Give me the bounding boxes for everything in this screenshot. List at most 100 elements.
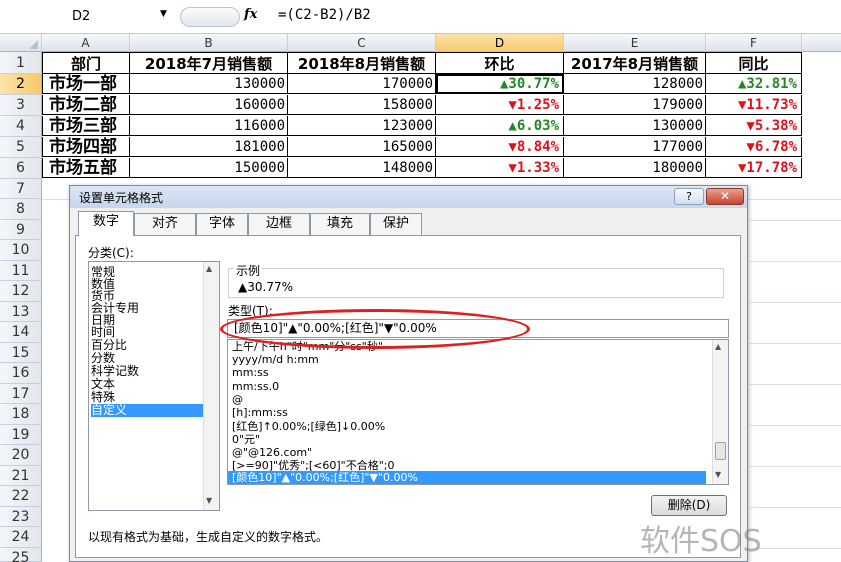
type-list-item[interactable]: mm:ss xyxy=(232,366,710,380)
cell-mom[interactable]: ▲30.77% xyxy=(436,74,564,94)
dialog-title-bar[interactable]: 设置单元格格式 ? ✕ xyxy=(70,186,747,208)
scroll-down-icon[interactable]: ▼ xyxy=(715,470,721,479)
cell-dept[interactable]: 市场二部 xyxy=(42,95,130,115)
cell-yoy[interactable]: ▼11.73% xyxy=(706,95,802,115)
header-cell-dept[interactable]: 部门 xyxy=(42,52,130,74)
cell-yoy[interactable]: ▼17.78% xyxy=(706,158,802,178)
close-button[interactable]: ✕ xyxy=(706,188,744,205)
cell-aug-2018[interactable]: 123000 xyxy=(288,116,436,136)
header-cell-yoy[interactable]: 同比 xyxy=(706,52,802,74)
row-header-25[interactable]: 25 xyxy=(0,548,42,562)
cell-dept[interactable]: 市场四部 xyxy=(42,137,130,157)
help-button[interactable]: ? xyxy=(674,188,704,205)
row-header-5[interactable]: 5 xyxy=(0,137,42,158)
type-list-item-selected[interactable]: [颜色10]"▲"0.00%;[红色]"▼"0.00% xyxy=(228,471,706,484)
type-list-item[interactable]: yyyy/m/d h:mm xyxy=(232,353,710,367)
header-cell-jul-2018[interactable]: 2018年7月销售额 xyxy=(130,52,288,74)
cell-jul-2018[interactable]: 181000 xyxy=(130,137,288,157)
cell-yoy[interactable]: ▲32.81% xyxy=(706,74,802,94)
scroll-thumb[interactable] xyxy=(715,442,726,460)
row-header-18[interactable]: 18 xyxy=(0,404,42,425)
tab-font[interactable]: 字体 xyxy=(196,213,248,235)
type-list-item[interactable]: 上午/下午h"时"mm"分"ss"秒" xyxy=(232,340,710,354)
tab-border[interactable]: 边框 xyxy=(248,213,310,235)
cell-aug-2017[interactable]: 180000 xyxy=(564,158,706,178)
column-header-b[interactable]: B xyxy=(130,34,288,52)
insert-function-icon[interactable]: fx xyxy=(244,7,257,22)
name-box[interactable]: D2 xyxy=(14,6,172,28)
type-list-item[interactable]: @"@126.com" xyxy=(232,446,710,460)
header-cell-aug-2017[interactable]: 2017年8月销售额 xyxy=(564,52,706,74)
row-header-2[interactable]: 2 xyxy=(0,74,42,95)
cell-dept[interactable]: 市场一部 xyxy=(42,74,130,94)
cell-mom[interactable]: ▲6.03% xyxy=(436,116,564,136)
scroll-up-icon[interactable]: ▲ xyxy=(715,342,721,351)
cell-dept[interactable]: 市场三部 xyxy=(42,116,130,136)
cell-aug-2018[interactable]: 158000 xyxy=(288,95,436,115)
category-list[interactable]: 常规 数值 货币 会计专用 日期 时间 百分比 分数 科学记数 文本 特殊 自定… xyxy=(88,261,220,511)
chevron-down-icon[interactable]: ▼ xyxy=(160,9,167,19)
tab-number[interactable]: 数字 xyxy=(78,211,134,236)
cell-mom[interactable]: ▼8.84% xyxy=(436,137,564,157)
cell-aug-2017[interactable]: 179000 xyxy=(564,95,706,115)
column-header-e[interactable]: E xyxy=(564,34,706,52)
row-header-4[interactable]: 4 xyxy=(0,116,42,137)
cell-dept[interactable]: 市场五部 xyxy=(42,158,130,178)
row-header-16[interactable]: 16 xyxy=(0,363,42,384)
cell-mom[interactable]: ▼1.25% xyxy=(436,95,564,115)
header-cell-aug-2018[interactable]: 2018年8月销售额 xyxy=(288,52,436,74)
column-header-c[interactable]: C xyxy=(288,34,436,52)
row-header-23[interactable]: 23 xyxy=(0,507,42,527)
cell-jul-2018[interactable]: 116000 xyxy=(130,116,288,136)
column-header-a[interactable]: A xyxy=(42,34,130,52)
scroll-down-icon[interactable]: ▼ xyxy=(206,496,212,505)
category-item-selected[interactable]: 自定义 xyxy=(91,404,203,417)
row-header-3[interactable]: 3 xyxy=(0,95,42,116)
row-header-24[interactable]: 24 xyxy=(0,527,42,548)
row-header-14[interactable]: 14 xyxy=(0,322,42,343)
row-header-15[interactable]: 15 xyxy=(0,343,42,363)
type-list-item[interactable]: mm:ss.0 xyxy=(232,380,710,394)
cell-aug-2018[interactable]: 165000 xyxy=(288,137,436,157)
type-list-item[interactable]: [红色]↑0.00%;[绿色]↓0.00% xyxy=(232,420,710,434)
cell-mom[interactable]: ▼1.33% xyxy=(436,158,564,178)
row-header-6[interactable]: 6 xyxy=(0,158,42,179)
cell-aug-2017[interactable]: 177000 xyxy=(564,137,706,157)
row-header-7[interactable]: 7 xyxy=(0,179,42,199)
column-header-f[interactable]: F xyxy=(706,34,802,52)
scroll-up-icon[interactable]: ▲ xyxy=(206,264,212,273)
cell-yoy[interactable]: ▼5.38% xyxy=(706,116,802,136)
row-header-17[interactable]: 17 xyxy=(0,384,42,404)
cell-jul-2018[interactable]: 130000 xyxy=(130,74,288,94)
formula-input[interactable]: =(C2-B2)/B2 xyxy=(278,7,371,23)
row-header-9[interactable]: 9 xyxy=(0,220,42,240)
row-header-19[interactable]: 19 xyxy=(0,425,42,445)
row-header-1[interactable]: 1 xyxy=(0,52,42,74)
type-input[interactable]: [颜色10]"▲"0.00%;[红色]"▼"0.00% xyxy=(227,319,729,338)
cell-jul-2018[interactable]: 150000 xyxy=(130,158,288,178)
cell-aug-2018[interactable]: 148000 xyxy=(288,158,436,178)
row-header-8[interactable]: 8 xyxy=(0,199,42,220)
cell-jul-2018[interactable]: 160000 xyxy=(130,95,288,115)
category-scrollbar[interactable]: ▲ ▼ xyxy=(203,262,219,510)
type-list-item[interactable]: [h]:mm:ss xyxy=(232,406,710,420)
row-header-20[interactable]: 20 xyxy=(0,445,42,466)
type-list-scrollbar[interactable]: ▲ ▼ xyxy=(712,340,728,484)
row-header-11[interactable]: 11 xyxy=(0,261,42,281)
row-header-10[interactable]: 10 xyxy=(0,240,42,261)
cell-aug-2018[interactable]: 170000 xyxy=(288,74,436,94)
cell-aug-2017[interactable]: 128000 xyxy=(564,74,706,94)
delete-button[interactable]: 删除(D) xyxy=(651,495,727,516)
row-header-21[interactable]: 21 xyxy=(0,466,42,486)
type-list-item[interactable]: 0"元" xyxy=(232,433,710,447)
cell-yoy[interactable]: ▼6.78% xyxy=(706,137,802,157)
tab-protection[interactable]: 保护 xyxy=(370,213,422,235)
column-header-d[interactable]: D xyxy=(436,34,564,52)
row-header-22[interactable]: 22 xyxy=(0,486,42,507)
row-header-13[interactable]: 13 xyxy=(0,302,42,322)
row-header-12[interactable]: 12 xyxy=(0,281,42,302)
type-list-item[interactable]: @ xyxy=(232,393,710,407)
cell-aug-2017[interactable]: 130000 xyxy=(564,116,706,136)
tab-fill[interactable]: 填充 xyxy=(310,213,370,235)
header-cell-mom[interactable]: 环比 xyxy=(436,52,564,74)
